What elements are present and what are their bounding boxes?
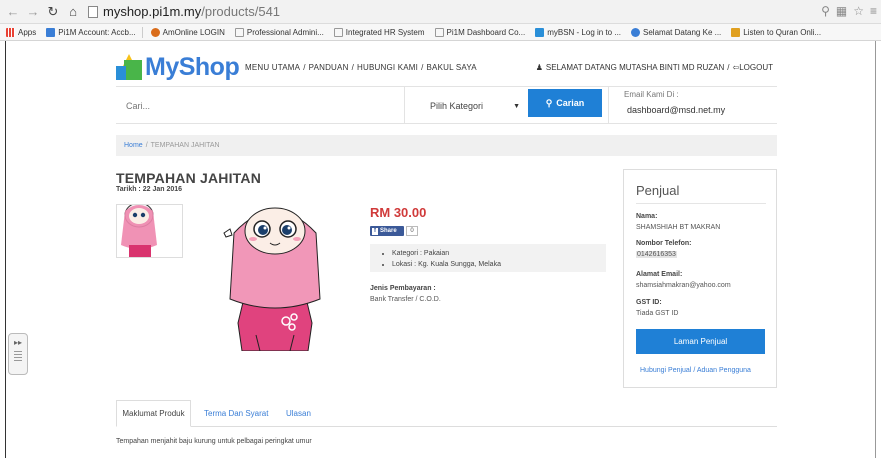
seller-gst-label: GST ID: [636,299,662,306]
logo-mark-icon [116,54,142,80]
category-select-value: Pilih Kategori [430,101,484,111]
payment-value: Bank Transfer / C.O.D. [370,296,441,303]
contact-email-value: dashboard@msd.net.my [627,105,726,115]
hijab-girl-illustration [223,207,321,352]
seller-name-value: SHAMSHIAH BT MAKRAN [636,224,721,231]
share-count: 0 [406,226,418,236]
product-thumbnail[interactable] [116,204,183,258]
detail-kategori: Kategori : Pakaian [392,248,606,259]
apps-grid-icon [6,27,15,37]
product-main-image[interactable] [220,203,330,352]
tab-maklumat-produk[interactable]: Maklumat Produk [116,400,191,427]
logo-text: MyShop [145,52,240,81]
bookmark-favicon [631,27,641,37]
grip-icon [14,351,22,363]
seller-name-label: Nama: [636,213,658,220]
browser-toolbar: ← → ↻ ⌂ myshop.pi1m.my /products/541 ⚲ ▦… [0,0,881,24]
nav-menu-utama[interactable]: MENU UTAMA [245,63,300,72]
product-title: TEMPAHAN JAHITAN [116,170,262,186]
payment-label: Jenis Pembayaran : [370,285,436,292]
seller-title: Penjual [636,183,680,198]
search-icon: ⚲ [545,97,553,108]
speaker-icon [731,27,741,37]
caret-down-icon: ▼ [513,102,520,110]
greeting-sep: / [727,63,730,72]
product-details: Kategori : Pakaian Lokasi : Kg. Kuala Su… [370,244,606,272]
frame-left [0,41,6,458]
translate-icon[interactable]: ▦ [836,4,847,18]
nav-sep: / [351,63,354,72]
breadcrumb: Home / TEMPAHAN JAHITAN [116,135,777,156]
detail-lokasi: Lokasi : Kg. Kuala Sungga, Melaka [392,259,606,270]
breadcrumb-sep: / [145,142,148,149]
back-arrow-icon[interactable]: ← [6,4,20,19]
zoom-icon[interactable]: ⚲ [821,4,830,18]
bookmark-apps[interactable]: Apps [6,27,36,37]
page-icon [234,27,244,37]
url-host: myshop.pi1m.my [103,4,202,19]
category-select[interactable]: Pilih Kategori ▼ [416,95,522,117]
product-price: RM 30.00 [370,205,427,220]
seller-gst-value: Tiada GST ID [636,310,679,317]
search-bar: Pilih Kategori ▼ ⚲ Carian Email Kami Di … [116,86,777,124]
tab-terma-dan-syarat[interactable]: Terma Dan Syarat [204,400,268,427]
page-icon [434,27,444,37]
tab-ulasan[interactable]: Ulasan [286,400,311,427]
bookmark-item[interactable]: Pi1M Dashboard Co... [434,27,525,37]
facebook-share-button[interactable]: f Share [370,226,404,236]
site-logo[interactable]: MyShop [116,52,240,82]
product-description: Tempahan menjahit baju kurung untuk pelb… [116,438,312,445]
product-date: Tarikh : 22 Jan 2016 [116,186,183,193]
url-path: /products/541 [201,4,281,19]
home-icon[interactable]: ⌂ [66,4,80,19]
frame-right [875,41,881,458]
greeting-text: SELAMAT DATANG MUTASHA BINTI MD RUZAN [545,63,725,72]
user-greeting: ♟ SELAMAT DATANG MUTASHA BINTI MD RUZAN … [536,63,773,72]
star-icon[interactable]: ☆ [853,4,864,18]
bookmark-item[interactable]: Professional Admini... [234,27,324,37]
nav-hubungi-kami[interactable]: HUBUNGI KAMI [357,63,418,72]
seller-email-label: Alamat Email: [636,271,683,278]
page-icon [88,5,98,18]
forward-arrow-icon[interactable]: → [26,4,40,19]
side-drawer-handle[interactable]: ▸▸ [8,333,28,375]
bookmark-item[interactable]: AmOnline LOGIN [150,27,225,37]
user-icon: ♟ [535,63,543,72]
facebook-icon: f [372,227,378,235]
seller-panel: Penjual Nama: SHAMSHIAH BT MAKRAN Nombor… [623,169,777,388]
nav-panduan[interactable]: PANDUAN [309,63,349,72]
bookmark-favicon [535,27,545,37]
bookmark-item[interactable]: Listen to Quran Onli... [731,27,821,37]
bookmarks-bar: Apps Pi1M Account: Accb... AmOnline LOGI… [0,24,881,41]
bookmark-item[interactable]: myBSN - Log in to ... [535,27,621,37]
seller-phone-label: Nombor Telefon: [636,240,692,247]
contact-email-label: Email Kami Di : [624,90,679,99]
bookmark-item[interactable]: Pi1M Account: Accb... [46,27,136,37]
menu-icon[interactable]: ≡ [870,4,877,18]
double-chevron-icon: ▸▸ [13,338,23,347]
main-nav: MENU UTAMA / PANDUAN / HUBUNGI KAMI / BA… [245,63,477,72]
seller-email-value: shamsiahmakran@yahoo.com [636,282,731,289]
bookmark-item[interactable]: Selamat Datang Ke ... [631,27,721,37]
address-bar[interactable]: myshop.pi1m.my /products/541 [88,3,280,21]
contact-seller-link[interactable]: Hubungi Penjual / Aduan Pengguna [640,367,751,374]
product-thumbnail-image [121,205,157,257]
nav-sep: / [421,63,424,72]
search-button[interactable]: ⚲ Carian [528,89,602,117]
logout-link[interactable]: ⇦LOGOUT [733,63,773,72]
breadcrumb-home[interactable]: Home [124,142,143,149]
bookmark-favicon [46,27,56,37]
seller-phone-value: 0142616353 [636,251,677,258]
search-input[interactable] [122,93,400,119]
nav-bakul-saya[interactable]: BAKUL SAYA [427,63,477,72]
bookmark-item[interactable]: Integrated HR System [333,27,425,37]
nav-sep: / [303,63,306,72]
page-icon [333,27,343,37]
reload-icon[interactable]: ↻ [46,4,60,19]
seller-page-button[interactable]: Laman Penjual [636,329,765,354]
bookmark-favicon [150,27,160,37]
breadcrumb-current: TEMPAHAN JAHITAN [150,142,220,149]
product-tabs: Maklumat Produk Terma Dan Syarat Ulasan [116,400,777,427]
